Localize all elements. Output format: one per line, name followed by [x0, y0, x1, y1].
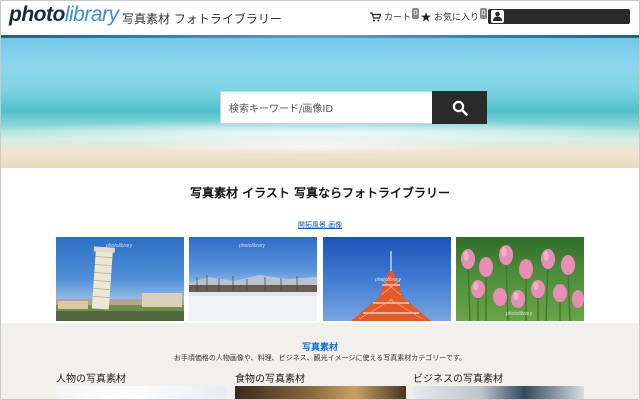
category-business-image[interactable]: [413, 386, 584, 399]
section-description: お手頃価格の人物画像や、料理、ビジネス、観光イメージに使える写真素材カテゴリーで…: [173, 354, 467, 362]
photo-watermark: photolibrary: [106, 243, 133, 249]
site-header: photo library 写真素材 フォトライブラリー カート 0 お気に入り …: [1, 1, 639, 35]
cart-icon: [370, 11, 381, 21]
photo-thumbnail-tulips[interactable]: photolibrary: [456, 237, 584, 321]
pisa-tower-image: [56, 246, 184, 321]
favorites-count-badge: 0: [480, 8, 488, 19]
photo-thumbnail-snow[interactable]: photolibrary: [189, 237, 317, 321]
search-icon: [452, 100, 468, 116]
logo-text-photo: photo: [9, 3, 65, 26]
hero-banner: 検索キーワード/画像ID: [1, 38, 639, 168]
category-people-image[interactable]: [56, 386, 227, 399]
site-logo[interactable]: photo library: [9, 3, 119, 31]
snow-field-image: [189, 275, 317, 321]
featured-link[interactable]: 開拓風景 画像: [1, 220, 639, 230]
star-icon: [421, 11, 431, 22]
user-icon: [491, 10, 504, 23]
category-business-label[interactable]: ビジネスの写真素材: [413, 370, 503, 385]
hero-wave: [121, 138, 501, 154]
cart-link[interactable]: カート 0: [370, 8, 420, 23]
user-account-bar[interactable]: [488, 9, 630, 24]
photo-watermark: photolibrary: [506, 311, 533, 317]
photo-thumbnail-tokyo-tower[interactable]: photolibrary: [323, 237, 451, 321]
tulips-image: [461, 245, 584, 321]
cart-label: カート: [384, 13, 412, 23]
page-title: 写真素材 イラスト 写真ならフォトライブラリー: [189, 186, 451, 200]
site-tagline: 写真素材 フォトライブラリー: [122, 12, 282, 26]
photo-watermark: photolibrary: [239, 243, 266, 249]
search-placeholder: 検索キーワード/画像ID: [229, 104, 334, 115]
favorites-label: お気に入り: [434, 13, 480, 23]
category-food-image[interactable]: [235, 386, 406, 399]
logo-text-library: library: [64, 3, 119, 26]
section-title: 写真素材: [301, 343, 338, 353]
page-frame: photo library 写真素材 フォトライブラリー カート 0 お気に入り …: [0, 0, 640, 400]
category-food-label[interactable]: 食物の写真素材: [235, 370, 305, 385]
photo-watermark: photolibrary: [375, 277, 402, 283]
cart-count-badge: 0: [412, 8, 420, 19]
photo-thumbnail-pisa[interactable]: photolibrary: [56, 237, 184, 321]
search-input[interactable]: 検索キーワード/画像ID: [220, 91, 432, 124]
search-button[interactable]: [432, 91, 487, 124]
category-people-label[interactable]: 人物の写真素材: [56, 370, 126, 385]
favorites-link[interactable]: お気に入り 0: [421, 8, 488, 23]
category-section: 写真素材 お手頃価格の人物画像や、料理、ビジネス、観光イメージに使える写真素材カ…: [1, 323, 639, 399]
